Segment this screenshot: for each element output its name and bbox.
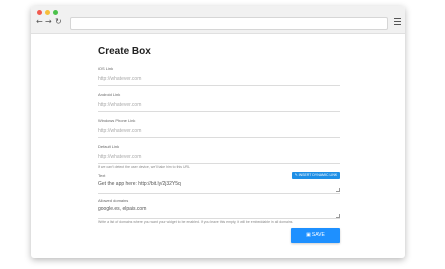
textarea-resize-handle[interactable] — [336, 188, 340, 192]
default-link-label: Default Link — [98, 144, 120, 149]
maximize-window-dot[interactable] — [53, 10, 58, 15]
default-link-input[interactable]: http://whatever.com — [98, 154, 340, 164]
android-link-input[interactable]: http://whatever.com — [98, 102, 340, 112]
windows-phone-link-label: Windows Phone Link — [98, 118, 136, 123]
text-textarea[interactable]: Get the app here: http://bit.ly/2j32Y5q — [98, 181, 340, 194]
save-button[interactable]: ▣SAVE — [291, 228, 340, 243]
forward-arrow-icon[interactable]: → — [45, 18, 52, 26]
back-arrow-icon[interactable]: ← — [36, 18, 43, 26]
text-label: Text — [98, 173, 106, 178]
save-button-label: SAVE — [311, 232, 325, 238]
allowed-domains-label: Allowed domains — [98, 198, 129, 203]
allowed-domains-hint: Write a list of domains where you want y… — [98, 220, 294, 224]
android-link-label: Android Link — [98, 92, 121, 97]
browser-toolbar: ← → ↻ — [31, 6, 405, 34]
reload-icon[interactable]: ↻ — [55, 18, 62, 26]
default-link-hint: If we can't detect the user device, we'l… — [98, 165, 190, 169]
ios-link-label: iOS Link — [98, 66, 114, 71]
page-title: Create Box — [98, 46, 151, 57]
create-box-form: Create Box iOS Link http://whatever.com … — [31, 34, 405, 258]
minimize-window-dot[interactable] — [45, 10, 50, 15]
address-bar[interactable] — [70, 17, 388, 30]
insert-dynamic-link-button[interactable]: ✎ INSERT DYNAMIC LINK — [292, 172, 340, 179]
allowed-domains-textarea[interactable]: google.es, elpais.com — [98, 206, 340, 219]
hamburger-menu-icon[interactable] — [394, 18, 401, 26]
textarea-resize-handle[interactable] — [336, 214, 340, 218]
close-window-dot[interactable] — [37, 10, 42, 15]
windows-phone-link-input[interactable]: http://whatever.com — [98, 128, 340, 138]
ios-link-input[interactable]: http://whatever.com — [98, 76, 340, 86]
floppy-icon: ▣ — [306, 232, 311, 238]
browser-window: ← → ↻ Create Box iOS Link http://whateve… — [31, 6, 405, 258]
